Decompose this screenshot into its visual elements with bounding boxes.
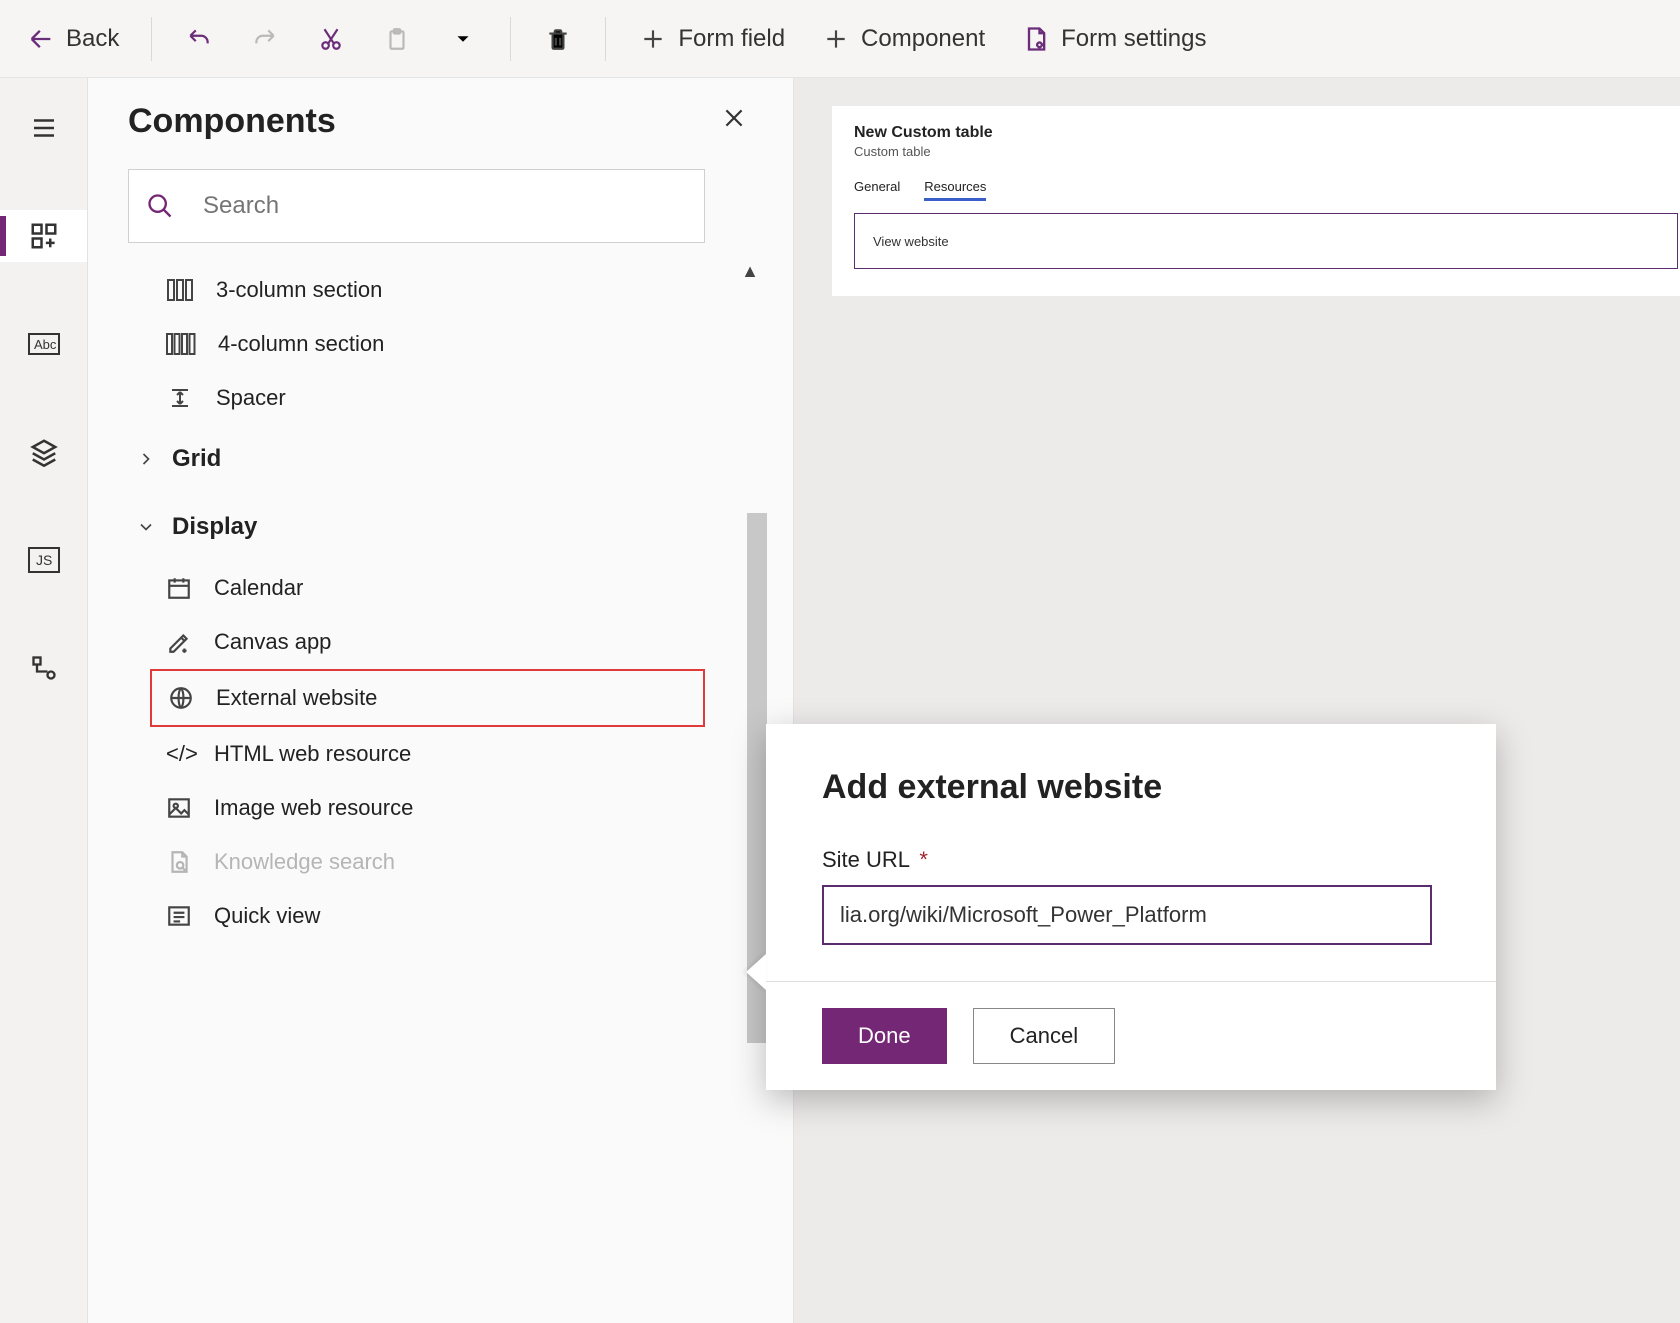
form-settings-label: Form settings: [1061, 25, 1206, 53]
cancel-button[interactable]: Cancel: [973, 1008, 1115, 1064]
delete-button[interactable]: [529, 18, 587, 60]
form-canvas: New Custom table Custom table General Re…: [794, 78, 1680, 1323]
form-field-label: Form field: [678, 25, 785, 53]
item-label: Quick view: [214, 903, 320, 929]
form-tabs: General Resources: [854, 179, 1658, 201]
delete-icon: [543, 24, 573, 54]
paste-icon: [382, 24, 412, 54]
search-wrap: [128, 169, 705, 243]
item-label: 3-column section: [216, 277, 382, 303]
group-display[interactable]: Display: [128, 493, 705, 561]
form-surface[interactable]: New Custom table Custom table General Re…: [832, 106, 1680, 296]
item-quick-view[interactable]: Quick view: [150, 889, 705, 943]
popover-title: Add external website: [822, 768, 1440, 807]
add-external-website-popover: Add external website Site URL * Done Can…: [766, 724, 1496, 1090]
rail-js[interactable]: JS: [0, 534, 87, 586]
site-url-label: Site URL *: [822, 847, 1440, 873]
components-panel: Components ▲ 3-column section 4-column s…: [88, 78, 794, 1323]
item-4-column-section[interactable]: 4-column section: [150, 317, 705, 371]
required-marker: *: [919, 847, 928, 872]
panel-header: Components: [128, 102, 775, 141]
rail-hamburger[interactable]: [0, 102, 87, 154]
search-icon: [146, 192, 174, 220]
redo-button[interactable]: [236, 18, 294, 60]
item-knowledge-search: Knowledge search: [150, 835, 705, 889]
paste-dropdown-button[interactable]: [434, 18, 492, 60]
label-text: Site URL: [822, 847, 909, 872]
section-label: View website: [873, 234, 949, 249]
arrow-left-icon: [26, 24, 56, 54]
back-label: Back: [66, 25, 119, 53]
group-label: Grid: [172, 445, 221, 473]
item-spacer[interactable]: Spacer: [150, 371, 705, 425]
form-settings-icon: [1021, 24, 1051, 54]
item-label: Calendar: [214, 575, 303, 601]
cut-button[interactable]: [302, 18, 360, 60]
group-label: Display: [172, 513, 257, 541]
add-form-field-button[interactable]: Form field: [624, 18, 799, 60]
separator: [605, 17, 606, 61]
panel-content: ▲ 3-column section 4-column section Spac…: [128, 263, 775, 1203]
top-toolbar: Back Form field: [0, 0, 1680, 78]
svg-text:Abc: Abc: [34, 337, 57, 352]
tab-resources[interactable]: Resources: [924, 179, 986, 201]
search-input[interactable]: [128, 169, 705, 243]
item-label: Image web resource: [214, 795, 413, 821]
item-label: External website: [216, 685, 377, 711]
close-icon[interactable]: [721, 105, 747, 139]
item-label: HTML web resource: [214, 741, 411, 767]
item-3-column-section[interactable]: 3-column section: [150, 263, 705, 317]
item-calendar[interactable]: Calendar: [150, 561, 705, 615]
section-view-website[interactable]: View website: [854, 213, 1678, 269]
plus-icon: [638, 24, 668, 54]
body: Abc JS Components ▲ 3-column secti: [0, 78, 1680, 1323]
site-url-input[interactable]: [822, 885, 1432, 945]
component-label: Component: [861, 25, 985, 53]
item-label: 4-column section: [218, 331, 384, 357]
paste-button[interactable]: [368, 18, 426, 60]
item-external-website[interactable]: External website: [150, 669, 705, 727]
form-settings-button[interactable]: Form settings: [1007, 18, 1220, 60]
form-subtitle: Custom table: [854, 144, 1658, 159]
rail-components[interactable]: [0, 210, 87, 262]
code-icon: </>: [166, 741, 192, 767]
add-component-button[interactable]: Component: [807, 18, 999, 60]
form-title: New Custom table: [854, 124, 1658, 142]
rail-layers[interactable]: [0, 426, 87, 478]
item-image-web-resource[interactable]: Image web resource: [150, 781, 705, 835]
item-label: Canvas app: [214, 629, 331, 655]
redo-icon: [250, 24, 280, 54]
chevron-down-icon: [448, 24, 478, 54]
item-html-web-resource[interactable]: </> HTML web resource: [150, 727, 705, 781]
item-canvas-app[interactable]: Canvas app: [150, 615, 705, 669]
tab-general[interactable]: General: [854, 179, 900, 201]
item-label: Knowledge search: [214, 849, 395, 875]
done-button[interactable]: Done: [822, 1008, 947, 1064]
back-button[interactable]: Back: [12, 18, 133, 60]
undo-button[interactable]: [170, 18, 228, 60]
left-rail: Abc JS: [0, 78, 88, 1323]
scroll-up-icon[interactable]: ▲: [741, 263, 759, 282]
group-grid[interactable]: Grid: [128, 425, 705, 493]
separator: [151, 17, 152, 61]
item-label: Spacer: [216, 385, 286, 411]
undo-icon: [184, 24, 214, 54]
popover-body: Add external website Site URL *: [766, 724, 1496, 981]
rail-tree[interactable]: [0, 642, 87, 694]
separator: [510, 17, 511, 61]
plus-icon: [821, 24, 851, 54]
rail-fields[interactable]: Abc: [0, 318, 87, 370]
cut-icon: [316, 24, 346, 54]
popover-actions: Done Cancel: [766, 981, 1496, 1090]
svg-text:JS: JS: [36, 552, 52, 568]
panel-title: Components: [128, 102, 336, 141]
